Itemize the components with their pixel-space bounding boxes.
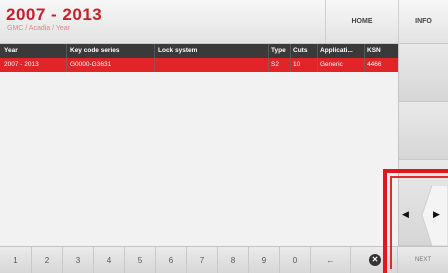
key-7[interactable]: 7 (187, 247, 218, 273)
column-header-application[interactable]: Applicati... (320, 44, 362, 58)
column-header-year[interactable]: Year (4, 44, 54, 58)
screen: 2007 - 2013 GMC / Acadia / Year HOME INF… (0, 0, 448, 273)
column-header-lock-system[interactable]: Lock system (158, 44, 268, 58)
column-divider (154, 44, 155, 72)
column-header-cuts[interactable]: Cuts (293, 44, 315, 58)
side-panel-slot (399, 102, 448, 160)
header-bar: 2007 - 2013 GMC / Acadia / Year HOME INF… (0, 0, 448, 44)
column-header-type[interactable]: Type (271, 44, 287, 58)
cell-lock-system (158, 58, 268, 72)
side-panel-slot (399, 44, 448, 102)
cell-ksn: 4466 (367, 61, 382, 68)
numeric-keypad: 1 2 3 4 5 6 7 8 9 0 ← ✕ (0, 246, 398, 273)
key-2[interactable]: 2 (32, 247, 63, 273)
home-button[interactable]: HOME (326, 0, 398, 44)
key-1[interactable]: 1 (0, 247, 32, 273)
backspace-key[interactable]: ← (311, 247, 351, 273)
close-icon: ✕ (369, 254, 381, 266)
table-header: Year Key code series Lock system Type Cu… (0, 44, 398, 58)
cell-cuts: 10 (293, 61, 301, 68)
results-table: Year Key code series Lock system Type Cu… (0, 44, 398, 246)
column-divider (364, 44, 365, 72)
highlight-frame-inner (390, 176, 448, 269)
cell-type: S2 (271, 61, 279, 68)
key-6[interactable]: 6 (156, 247, 187, 273)
key-5[interactable]: 5 (125, 247, 156, 273)
key-8[interactable]: 8 (218, 247, 249, 273)
column-header-key-code-series[interactable]: Key code series (70, 44, 150, 58)
cell-year: 2007 - 2013 (4, 61, 39, 68)
column-divider (268, 44, 269, 72)
key-3[interactable]: 3 (63, 247, 94, 273)
column-divider (317, 44, 318, 72)
breadcrumb[interactable]: GMC / Acadia / Year (7, 25, 70, 32)
column-divider (66, 44, 67, 72)
key-9[interactable]: 9 (249, 247, 280, 273)
key-0[interactable]: 0 (280, 247, 311, 273)
column-header-ksn[interactable]: KSN (367, 44, 397, 58)
key-4[interactable]: 4 (94, 247, 125, 273)
column-divider (290, 44, 291, 72)
cell-application: Generic (320, 61, 343, 68)
cell-key-code-series: G0000-G3631 (70, 61, 112, 68)
info-button[interactable]: INFO (399, 0, 448, 44)
page-title: 2007 - 2013 (6, 5, 103, 24)
table-row[interactable]: 2007 - 2013 G0000-G3631 S2 10 Generic 44… (0, 58, 398, 72)
